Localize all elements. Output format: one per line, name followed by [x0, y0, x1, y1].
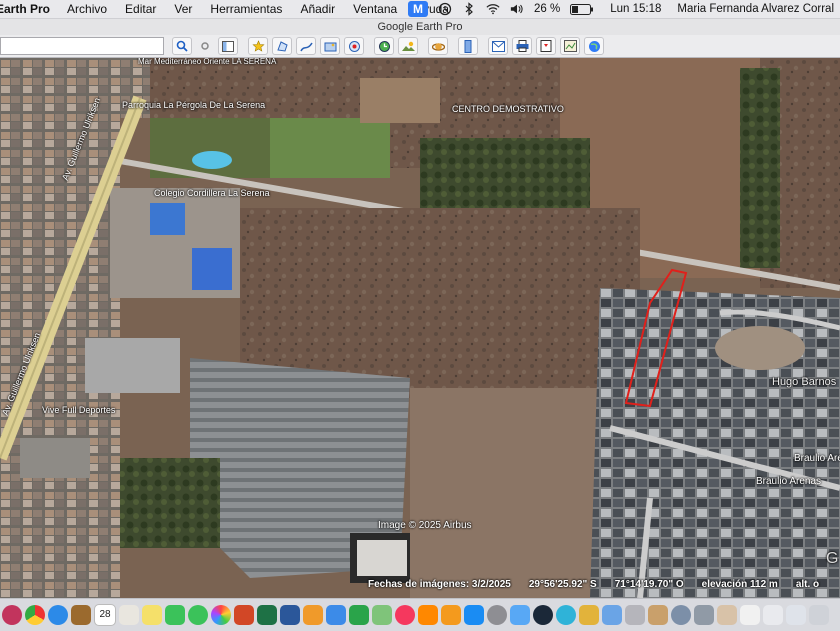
imagery-date: Fechas de imágenes: 3/2/2025 — [368, 579, 511, 590]
sidebar-toggle-button[interactable] — [218, 37, 238, 55]
dock-music-icon[interactable] — [395, 605, 415, 625]
dock-files-icon[interactable] — [119, 605, 139, 625]
dock-excel-icon[interactable] — [257, 605, 277, 625]
planet-switch-icon[interactable] — [428, 37, 448, 55]
label-street-hugo: Hugo Barnos — [772, 376, 837, 388]
dock-window-3-icon[interactable] — [763, 605, 783, 625]
add-path-icon[interactable] — [296, 37, 316, 55]
search-input[interactable] — [0, 37, 164, 55]
dock-facetime-icon[interactable] — [165, 605, 185, 625]
longitude: 71°14'19.70" O — [614, 579, 684, 590]
dock-image-capture-icon[interactable] — [648, 605, 668, 625]
eye-altitude: alt. o — [795, 579, 820, 590]
dock-messages-icon[interactable] — [188, 605, 208, 625]
menu-bar: Earth Pro Archivo Editar Ver Herramienta… — [0, 0, 840, 19]
label-street-braulio-1: Braulio Arenas — [794, 453, 840, 464]
sunlight-icon[interactable] — [398, 37, 418, 55]
latitude: 29°56'25.92" S — [528, 579, 597, 590]
dock-trash-icon[interactable] — [809, 605, 829, 625]
app-menu[interactable]: Earth Pro — [0, 2, 58, 16]
dock-numbers-icon[interactable] — [349, 605, 369, 625]
dock-disk-utility-icon[interactable] — [694, 605, 714, 625]
label-street-braulio-2: Braulio Arenas — [756, 476, 822, 487]
settings-gear-icon[interactable] — [196, 38, 214, 54]
historical-imagery-icon[interactable] — [374, 37, 394, 55]
add-polygon-icon[interactable] — [272, 37, 292, 55]
menu-ventana[interactable]: Ventana — [344, 2, 406, 16]
menu-user-name[interactable]: Maria Fernanda Alvarez Corral — [677, 3, 834, 15]
dock-app-store-icon[interactable] — [464, 605, 484, 625]
dock-powerpoint-icon[interactable] — [234, 605, 254, 625]
menu-archivo[interactable]: Archivo — [58, 2, 116, 16]
earth-globe-icon[interactable] — [584, 37, 604, 55]
ruler-icon[interactable] — [458, 37, 478, 55]
dock-earth-icon[interactable] — [671, 605, 691, 625]
label-store: Vive Full Deportes — [42, 405, 116, 415]
dock-window-4-icon[interactable] — [786, 605, 806, 625]
dock-mail-icon[interactable] — [510, 605, 530, 625]
label-street-top: Mar Mediterráneo Oriente LA SERENA — [138, 58, 277, 66]
dock-notes-icon[interactable] — [71, 605, 91, 625]
dock-browser-icon[interactable] — [556, 605, 576, 625]
window-title-bar: Google Earth Pro — [0, 19, 840, 35]
label-school: Colegio Cordillera La Serena — [154, 188, 270, 198]
dock-screenshot-icon[interactable] — [625, 605, 645, 625]
bluetooth-icon[interactable] — [462, 2, 476, 16]
dock-word-icon[interactable] — [280, 605, 300, 625]
label-parish: Parroquia La Pérgola De La Serena — [122, 100, 266, 110]
brand-watermark-edge: G — [826, 550, 839, 567]
dock-window-1-icon[interactable] — [717, 605, 737, 625]
search-button[interactable] — [172, 37, 192, 55]
dock-pages-icon[interactable] — [303, 605, 323, 625]
dock-folder-icon[interactable] — [579, 605, 599, 625]
menu-herramientas[interactable]: Herramientas — [201, 2, 291, 16]
window-title: Google Earth Pro — [377, 21, 463, 33]
dock-maps-icon[interactable] — [372, 605, 392, 625]
battery-icon[interactable] — [570, 2, 594, 16]
elevation: elevación 112 m — [701, 579, 778, 590]
save-image-icon[interactable] — [536, 37, 556, 55]
volume-icon[interactable] — [510, 2, 524, 16]
dock-photos-icon[interactable] — [211, 605, 231, 625]
dock-chrome-icon[interactable] — [25, 605, 45, 625]
label-demonstration-center: CENTRO DEMOSTRATIVO — [452, 104, 564, 114]
imagery-copyright: Image © 2025 Airbus — [378, 520, 472, 531]
menu-anadir[interactable]: Añadir — [291, 2, 344, 16]
dock: 28 — [0, 598, 840, 631]
add-placemark-icon[interactable] — [248, 37, 268, 55]
satellite-imagery — [0, 58, 840, 598]
dock-launchpad-icon[interactable] — [2, 605, 22, 625]
dock-keynote-icon[interactable] — [326, 605, 346, 625]
menu-clock[interactable]: Lun 15:18 — [610, 3, 661, 15]
view-in-maps-icon[interactable] — [560, 37, 580, 55]
map-status-bar: Fechas de imágenes: 3/2/2025 29°56'25.92… — [368, 579, 819, 590]
email-icon[interactable] — [488, 37, 508, 55]
dock-system-preferences-icon[interactable] — [487, 605, 507, 625]
malwarebytes-icon[interactable]: M — [408, 1, 429, 17]
dock-calendar-icon[interactable]: 28 — [94, 604, 116, 626]
dock-vlc-icon[interactable] — [418, 605, 438, 625]
menu-ver[interactable]: Ver — [165, 2, 201, 16]
wifi-icon[interactable] — [486, 2, 500, 16]
dock-steam-icon[interactable] — [533, 605, 553, 625]
print-icon[interactable] — [512, 37, 532, 55]
dock-books-icon[interactable] — [441, 605, 461, 625]
record-tour-icon[interactable] — [344, 37, 364, 55]
toolbar — [0, 35, 840, 58]
dock-safari-icon[interactable] — [48, 605, 68, 625]
time-machine-icon[interactable] — [438, 2, 452, 16]
dock-stickies-icon[interactable] — [142, 605, 162, 625]
battery-percent: 26 % — [534, 3, 561, 15]
image-overlay-icon[interactable] — [320, 37, 340, 55]
dock-window-2-icon[interactable] — [740, 605, 760, 625]
dock-preview-icon[interactable] — [602, 605, 622, 625]
map-view[interactable]: Mar Mediterráneo Oriente LA SERENA Parro… — [0, 58, 840, 598]
menu-editar[interactable]: Editar — [116, 2, 165, 16]
